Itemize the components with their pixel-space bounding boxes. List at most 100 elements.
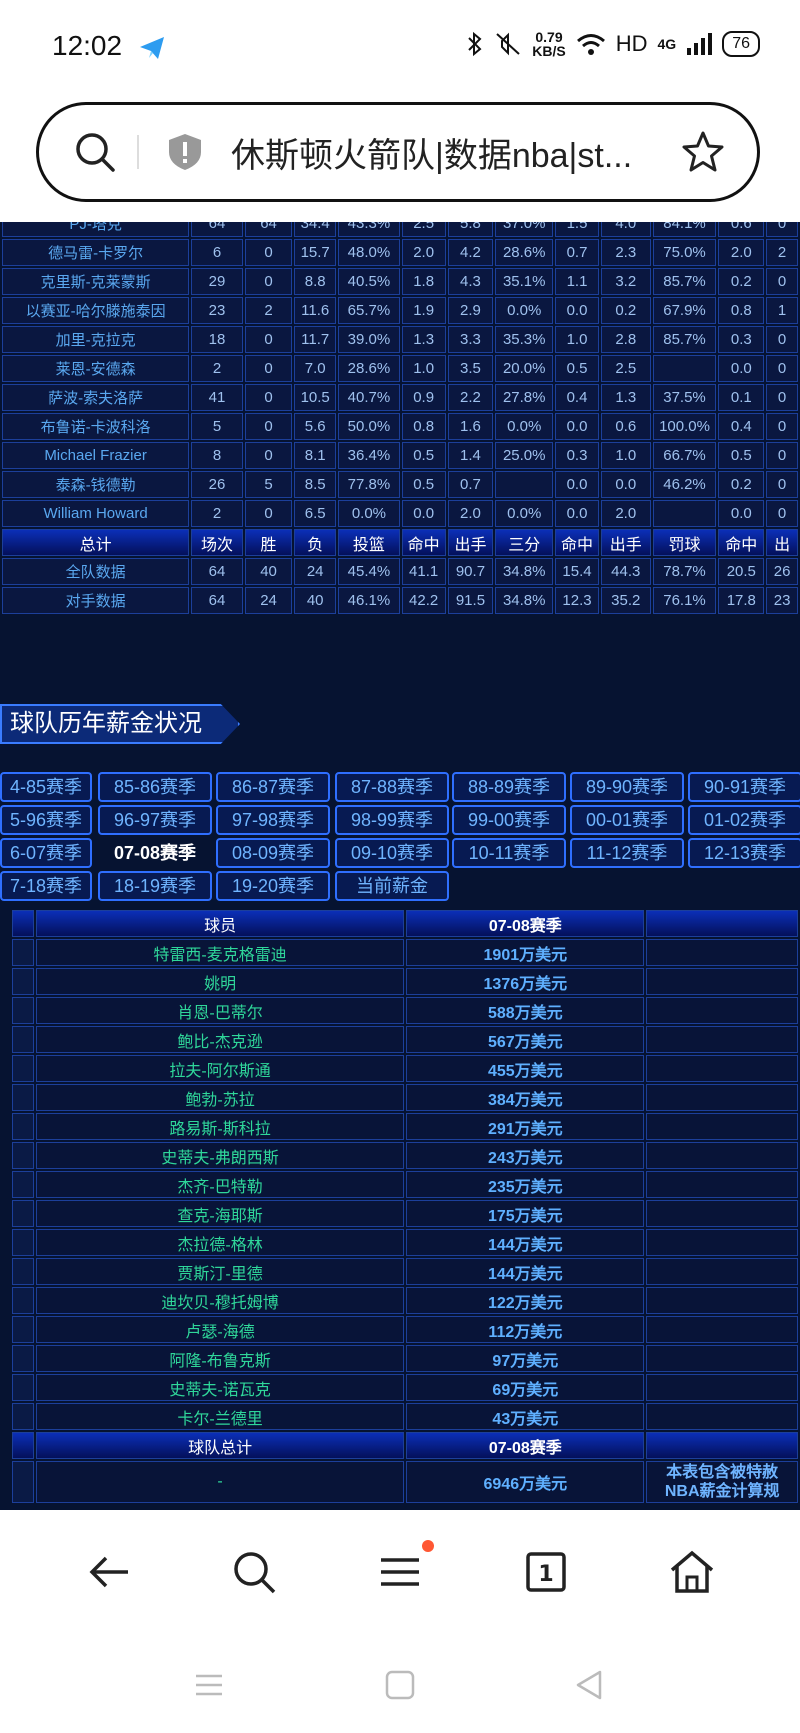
stat-cell: 0 bbox=[766, 268, 798, 295]
salary-player-name[interactable]: 路易斯-斯科拉 bbox=[35, 1113, 405, 1140]
season-button[interactable]: 00-01赛季 bbox=[570, 805, 684, 835]
season-button[interactable]: 86-87赛季 bbox=[216, 772, 330, 802]
season-button[interactable]: 85-86赛季 bbox=[98, 772, 212, 802]
season-button[interactable]: 89-90赛季 bbox=[570, 772, 684, 802]
row-index-cell bbox=[12, 1026, 34, 1053]
stat-cell: 0 bbox=[244, 326, 293, 353]
salary-player-name[interactable]: 史蒂夫-弗朗西斯 bbox=[35, 1142, 405, 1169]
season-button[interactable]: 当前薪金 bbox=[335, 871, 449, 901]
salary-player-name[interactable]: 杰拉德-格林 bbox=[35, 1229, 405, 1256]
salary-player-name[interactable]: 卢瑟-海德 bbox=[35, 1316, 405, 1343]
season-button[interactable]: 10-11赛季 bbox=[452, 838, 566, 868]
extra-cell bbox=[646, 1171, 798, 1198]
salary-player-name[interactable]: 拉夫-阿尔斯通 bbox=[35, 1055, 405, 1082]
season-button[interactable]: 09-10赛季 bbox=[335, 838, 449, 868]
salary-player-name[interactable]: 姚明 bbox=[35, 968, 405, 995]
season-button[interactable]: 7-18赛季 bbox=[0, 871, 92, 901]
salary-player-name[interactable]: 贾斯汀-里德 bbox=[35, 1258, 405, 1285]
season-button[interactable]: 96-97赛季 bbox=[98, 805, 212, 835]
season-button[interactable]: 08-09赛季 bbox=[216, 838, 330, 868]
salary-player-name[interactable]: 肖恩-巴蒂尔 bbox=[35, 997, 405, 1024]
season-button[interactable]: 18-19赛季 bbox=[98, 871, 212, 901]
stat-cell: 77.8% bbox=[338, 471, 400, 498]
shield-icon[interactable] bbox=[165, 132, 205, 172]
stat-cell: 1.3 bbox=[401, 326, 446, 353]
player-name-cell[interactable]: 以赛亚-哈尔滕施泰因 bbox=[2, 297, 190, 324]
stat-cell: 0 bbox=[244, 355, 293, 382]
season-button[interactable]: 07-08赛季 bbox=[98, 838, 212, 868]
player-name-cell[interactable]: 克里斯-克莱蒙斯 bbox=[2, 268, 190, 295]
salary-note: 本表包含被特赦 NBA薪金计算规 bbox=[646, 1461, 798, 1503]
page-title[interactable]: 休斯顿火箭队|数据nba|st... bbox=[231, 128, 661, 177]
salary-player-name[interactable]: 鲍勃-苏拉 bbox=[35, 1084, 405, 1111]
stat-cell: 1.1 bbox=[555, 268, 599, 295]
player-name-cell[interactable]: 泰森-钱德勒 bbox=[2, 471, 190, 498]
season-button[interactable]: 19-20赛季 bbox=[216, 871, 330, 901]
season-button[interactable]: 6-07赛季 bbox=[0, 838, 92, 868]
row-index-cell bbox=[12, 910, 34, 937]
season-button[interactable]: 12-13赛季 bbox=[688, 838, 800, 868]
salary-player-name[interactable]: 卡尔-兰德里 bbox=[35, 1403, 405, 1430]
stat-cell: 2.5 bbox=[401, 222, 446, 237]
salary-header-row: 球员 07-08赛季 bbox=[12, 910, 798, 937]
bookmark-star-icon[interactable] bbox=[681, 130, 725, 174]
recent-apps-icon[interactable] bbox=[192, 1668, 226, 1702]
salary-amount: 291万美元 bbox=[406, 1113, 645, 1140]
home-square-icon[interactable] bbox=[383, 1668, 417, 1702]
stat-cell: 35.2 bbox=[600, 587, 651, 614]
season-button[interactable]: 87-88赛季 bbox=[335, 772, 449, 802]
salary-row: 路易斯-斯科拉 291万美元 bbox=[12, 1113, 798, 1140]
player-name-cell[interactable]: Michael Frazier bbox=[2, 442, 190, 469]
stat-cell: 12.3 bbox=[555, 587, 599, 614]
hd-label: HD bbox=[615, 31, 648, 56]
player-name-cell[interactable]: 布鲁诺-卡波科洛 bbox=[2, 413, 190, 440]
back-triangle-icon[interactable] bbox=[572, 1668, 606, 1702]
stat-cell: 34.8% bbox=[495, 587, 554, 614]
season-button[interactable]: 01-02赛季 bbox=[688, 805, 800, 835]
stat-cell: 0.3 bbox=[555, 442, 599, 469]
extra-cell bbox=[646, 1374, 798, 1401]
salary-amount: 144万美元 bbox=[406, 1229, 645, 1256]
salary-player-name[interactable]: 阿隆-布鲁克斯 bbox=[35, 1345, 405, 1372]
player-name-cell[interactable]: 莱恩-安德森 bbox=[2, 355, 190, 382]
search-icon[interactable] bbox=[73, 130, 117, 174]
salary-total-header-row: 球队总计 07-08赛季 bbox=[12, 1432, 798, 1459]
stats-header-cell: 胜 bbox=[244, 529, 293, 556]
season-button[interactable]: 88-89赛季 bbox=[452, 772, 566, 802]
stat-cell: 3.5 bbox=[447, 355, 494, 382]
salary-player-name[interactable]: 杰齐-巴特勒 bbox=[35, 1171, 405, 1198]
salary-player-name[interactable]: 迪坎贝-穆托姆博 bbox=[35, 1287, 405, 1314]
season-button[interactable]: 99-00赛季 bbox=[452, 805, 566, 835]
stat-cell: 2.2 bbox=[447, 384, 494, 411]
search-icon[interactable] bbox=[230, 1548, 278, 1596]
row-index-cell bbox=[12, 997, 34, 1024]
salary-player-name[interactable]: 特雷西-麦克格雷迪 bbox=[35, 939, 405, 966]
salary-amount: 69万美元 bbox=[406, 1374, 645, 1401]
season-button[interactable]: 5-96赛季 bbox=[0, 805, 92, 835]
back-arrow-icon[interactable] bbox=[86, 1548, 134, 1596]
season-button[interactable]: 4-85赛季 bbox=[0, 772, 92, 802]
salary-player-name[interactable]: 鲍比-杰克逊 bbox=[35, 1026, 405, 1053]
row-index-cell bbox=[12, 1258, 34, 1285]
player-name-cell[interactable]: 加里-克拉克 bbox=[2, 326, 190, 353]
player-name-cell[interactable]: William Howard bbox=[2, 500, 190, 527]
stat-cell: 64 bbox=[244, 222, 293, 237]
address-bar[interactable]: 休斯顿火箭队|数据nba|st... bbox=[36, 102, 760, 202]
player-name-cell[interactable]: PJ-塔克 bbox=[2, 222, 190, 237]
player-name-cell[interactable]: 对手数据 bbox=[2, 587, 190, 614]
total-dash: - bbox=[35, 1461, 405, 1503]
player-name-cell[interactable]: 全队数据 bbox=[2, 558, 190, 585]
home-icon[interactable] bbox=[668, 1548, 716, 1596]
stats-row: 布鲁诺-卡波科洛 5 0 5.6 50.0% 0.8 1.6 0.0% 0.0 0.6 100.0%… bbox=[2, 413, 798, 440]
season-button[interactable]: 90-91赛季 bbox=[688, 772, 800, 802]
player-name-cell[interactable]: 萨波-索夫洛萨 bbox=[2, 384, 190, 411]
status-bar: 12:02 0.79 KB/S HD 4G 76 bbox=[0, 0, 800, 96]
salary-player-name[interactable]: 史蒂夫-诺瓦克 bbox=[35, 1374, 405, 1401]
season-button[interactable]: 97-98赛季 bbox=[216, 805, 330, 835]
season-button[interactable]: 98-99赛季 bbox=[335, 805, 449, 835]
season-button[interactable]: 11-12赛季 bbox=[570, 838, 684, 868]
menu-icon[interactable] bbox=[376, 1548, 424, 1596]
player-name-cell[interactable]: 德马雷-卡罗尔 bbox=[2, 239, 190, 266]
tabs-icon[interactable]: 1 bbox=[522, 1548, 570, 1596]
salary-player-name[interactable]: 查克-海耶斯 bbox=[35, 1200, 405, 1227]
